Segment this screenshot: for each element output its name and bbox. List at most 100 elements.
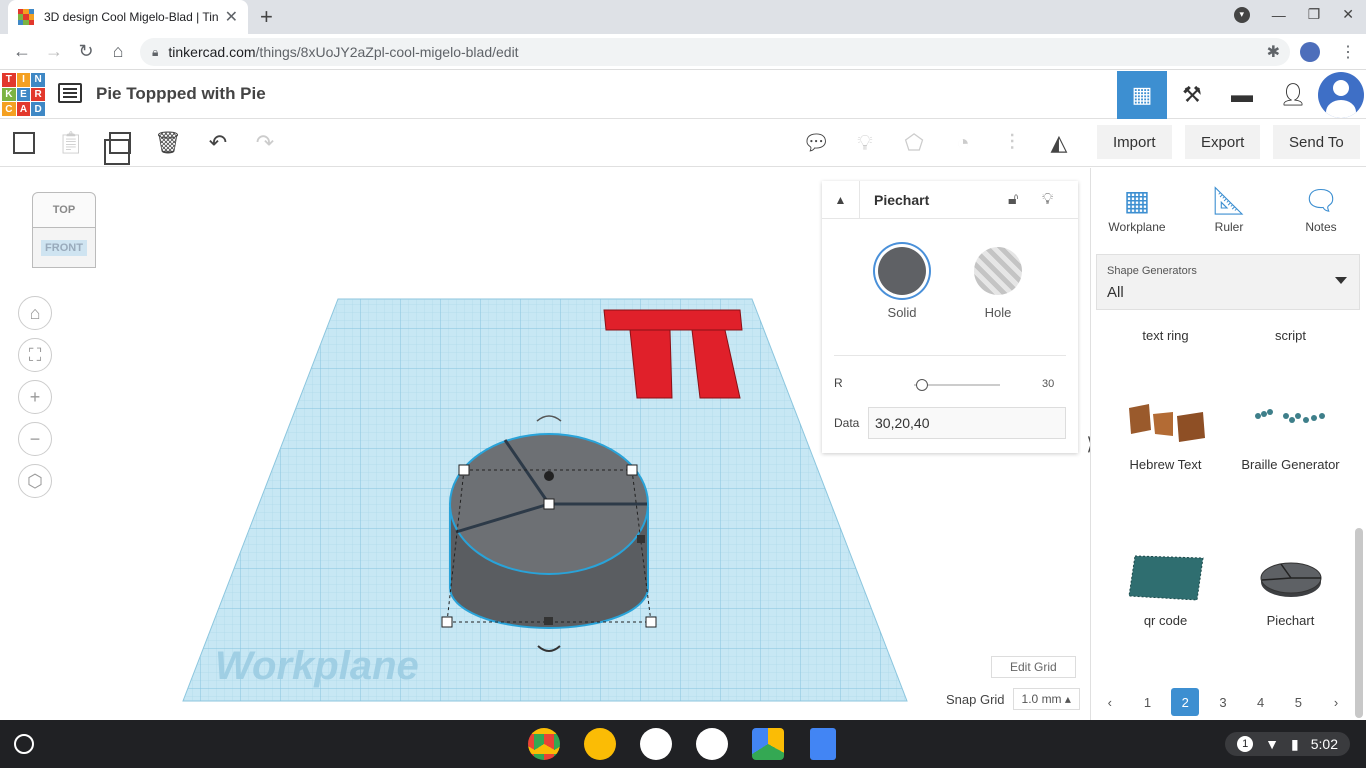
- browser-tab[interactable]: 3D design Cool Migelo-Blad | Tin ✕: [8, 0, 248, 34]
- chevron-down-icon: [1335, 277, 1347, 284]
- paste-icon[interactable]: 📋︎: [55, 127, 87, 159]
- generator-item-hebrew-text[interactable]: Hebrew Text: [1103, 394, 1228, 472]
- fit-view-icon[interactable]: ⛶: [18, 338, 52, 372]
- address-bar[interactable]: 🔒︎ tinkercad.com/things/8xUoJY2aZpl-cool…: [140, 38, 1290, 66]
- hole-swatch[interactable]: [974, 247, 1022, 295]
- launcher-icon[interactable]: [14, 734, 34, 754]
- home-view-icon[interactable]: ⌂: [18, 296, 52, 330]
- ungroup-icon[interactable]: ◔: [947, 127, 979, 159]
- notes-tool[interactable]: 🗨︎ Notes: [1285, 180, 1357, 235]
- workplane-tool[interactable]: ▦ Workplane: [1101, 180, 1173, 235]
- r-slider-knob[interactable]: [916, 379, 928, 391]
- more-menu-icon[interactable]: ⋮: [1340, 42, 1356, 62]
- back-icon[interactable]: ←: [6, 41, 38, 62]
- generator-item-braille[interactable]: Braille Generator: [1228, 394, 1353, 472]
- design-title[interactable]: Pie Toppped with Pie: [96, 84, 266, 104]
- hebrew-text-thumbnail: [1128, 404, 1205, 442]
- add-user-icon[interactable]: 👤︎: [1268, 71, 1318, 119]
- bulb-icon[interactable]: 💡︎: [1042, 191, 1053, 209]
- generator-item-label: script: [1274, 328, 1307, 343]
- user-avatar[interactable]: [1318, 72, 1364, 118]
- wifi-icon: ▼: [1265, 736, 1280, 752]
- chrome-icon[interactable]: [528, 728, 560, 760]
- unlock-icon[interactable]: 🔓︎: [1008, 191, 1018, 209]
- redo-icon[interactable]: ↷: [249, 127, 281, 159]
- reload-icon[interactable]: ↻: [70, 41, 102, 62]
- zoom-out-icon[interactable]: −: [18, 422, 52, 456]
- inspector-title: Piechart: [874, 191, 930, 208]
- tab-close-icon[interactable]: ✕: [225, 7, 238, 27]
- zoom-in-icon[interactable]: +: [18, 380, 52, 414]
- codeblocks-pickaxe-icon[interactable]: ⚒: [1167, 71, 1217, 119]
- docs-icon[interactable]: [810, 728, 836, 760]
- profile-avatar[interactable]: [1300, 42, 1320, 62]
- next-page-icon[interactable]: ›: [1322, 688, 1350, 716]
- bricks-icon[interactable]: ▬: [1217, 71, 1267, 119]
- window-controls: ▾ — ❐ ✕: [1233, 6, 1354, 23]
- send-to-button[interactable]: Send To: [1273, 125, 1360, 159]
- collapse-icon[interactable]: ▲: [822, 180, 860, 219]
- delete-icon[interactable]: 🗑︎: [152, 127, 184, 159]
- 3d-view-grid-icon[interactable]: ▦: [1117, 71, 1167, 119]
- shape-generators-select[interactable]: Shape Generators All: [1096, 254, 1360, 310]
- close-window-icon[interactable]: ✕: [1342, 6, 1354, 23]
- edit-grid-button[interactable]: Edit Grid: [991, 656, 1076, 678]
- inspector-header: ▲ Piechart 🔓︎ 💡︎: [822, 180, 1078, 219]
- view-cube-top[interactable]: TOP: [32, 192, 96, 228]
- light-bulb-icon[interactable]: 💡︎: [849, 127, 881, 159]
- prev-page-icon[interactable]: ‹: [1096, 688, 1124, 716]
- minimize-icon[interactable]: —: [1272, 7, 1286, 23]
- page-3[interactable]: 3: [1209, 688, 1237, 716]
- status-area[interactable]: 1 ▼ ▮ 5:02: [1225, 732, 1350, 756]
- view-cube-front[interactable]: FRONT: [32, 228, 96, 268]
- snap-grid-select[interactable]: 1.0 mm ▴: [1012, 688, 1080, 710]
- group-icon[interactable]: ⬠: [898, 127, 930, 159]
- s-app-icon[interactable]: [640, 728, 672, 760]
- perspective-icon[interactable]: ⬡: [18, 464, 52, 498]
- hole-option[interactable]: Hole: [968, 247, 1028, 320]
- notes-visibility-icon[interactable]: 💬︎: [800, 127, 832, 159]
- copy-icon[interactable]: [8, 127, 40, 159]
- generator-label: Shape Generators: [1107, 265, 1197, 277]
- url-path: /things/8xUoJY2aZpl-cool-migelo-blad/edi…: [255, 44, 519, 60]
- tab-search-icon[interactable]: ▾: [1233, 6, 1250, 23]
- home-icon[interactable]: ⌂: [102, 41, 134, 62]
- os-shelf: 1 ▼ ▮ 5:02: [0, 720, 1366, 768]
- extensions-icon[interactable]: ✱: [1267, 42, 1280, 62]
- panel-scrollbar[interactable]: [1355, 528, 1363, 718]
- page-2[interactable]: 2: [1171, 688, 1200, 716]
- import-button[interactable]: Import: [1097, 125, 1172, 159]
- page-1[interactable]: 1: [1134, 688, 1162, 716]
- generator-item-script[interactable]: script: [1228, 328, 1353, 343]
- align-icon[interactable]: ⫶: [996, 127, 1028, 159]
- generator-item-label: Piechart: [1266, 613, 1315, 628]
- generator-item-qr-code[interactable]: qr code: [1103, 550, 1228, 628]
- page-5[interactable]: 5: [1284, 688, 1312, 716]
- tinkercad-logo[interactable]: TIN KER CAD: [2, 73, 45, 116]
- forward-icon[interactable]: →: [38, 41, 70, 62]
- mirror-icon[interactable]: ◭: [1043, 127, 1075, 159]
- shape-inspector: ▲ Piechart 🔓︎ 💡︎ Solid Hole R 30 Data 30…: [822, 180, 1078, 453]
- duplicate-icon[interactable]: [104, 127, 136, 165]
- data-input[interactable]: 30,20,40: [868, 407, 1066, 439]
- classroom-app-icon[interactable]: [696, 728, 728, 760]
- drive-icon[interactable]: [752, 728, 784, 760]
- snap-grid-control: Snap Grid 1.0 mm ▴: [946, 688, 1080, 710]
- ruler-tool[interactable]: 📐︎ Ruler: [1193, 180, 1265, 235]
- generator-list: text ring script Hebrew Text Braille Gen…: [1091, 314, 1355, 684]
- page-4[interactable]: 4: [1247, 688, 1275, 716]
- new-tab-icon[interactable]: +: [260, 4, 273, 30]
- solid-swatch[interactable]: [878, 247, 926, 295]
- view-cube-front-label: FRONT: [41, 239, 87, 256]
- generator-item-text-ring[interactable]: text ring: [1103, 328, 1228, 343]
- r-slider[interactable]: [914, 379, 1000, 391]
- generator-item-piechart[interactable]: Piechart: [1228, 550, 1353, 628]
- export-button[interactable]: Export: [1185, 125, 1261, 159]
- undo-icon[interactable]: ↶: [202, 127, 234, 159]
- restore-icon[interactable]: ❐: [1308, 6, 1321, 23]
- view-cube[interactable]: TOP FRONT: [32, 192, 96, 270]
- solid-option[interactable]: Solid: [872, 247, 932, 320]
- design-list-icon[interactable]: [58, 83, 82, 103]
- ruler-tool-label: Ruler: [1214, 220, 1244, 234]
- keep-icon[interactable]: [584, 728, 616, 760]
